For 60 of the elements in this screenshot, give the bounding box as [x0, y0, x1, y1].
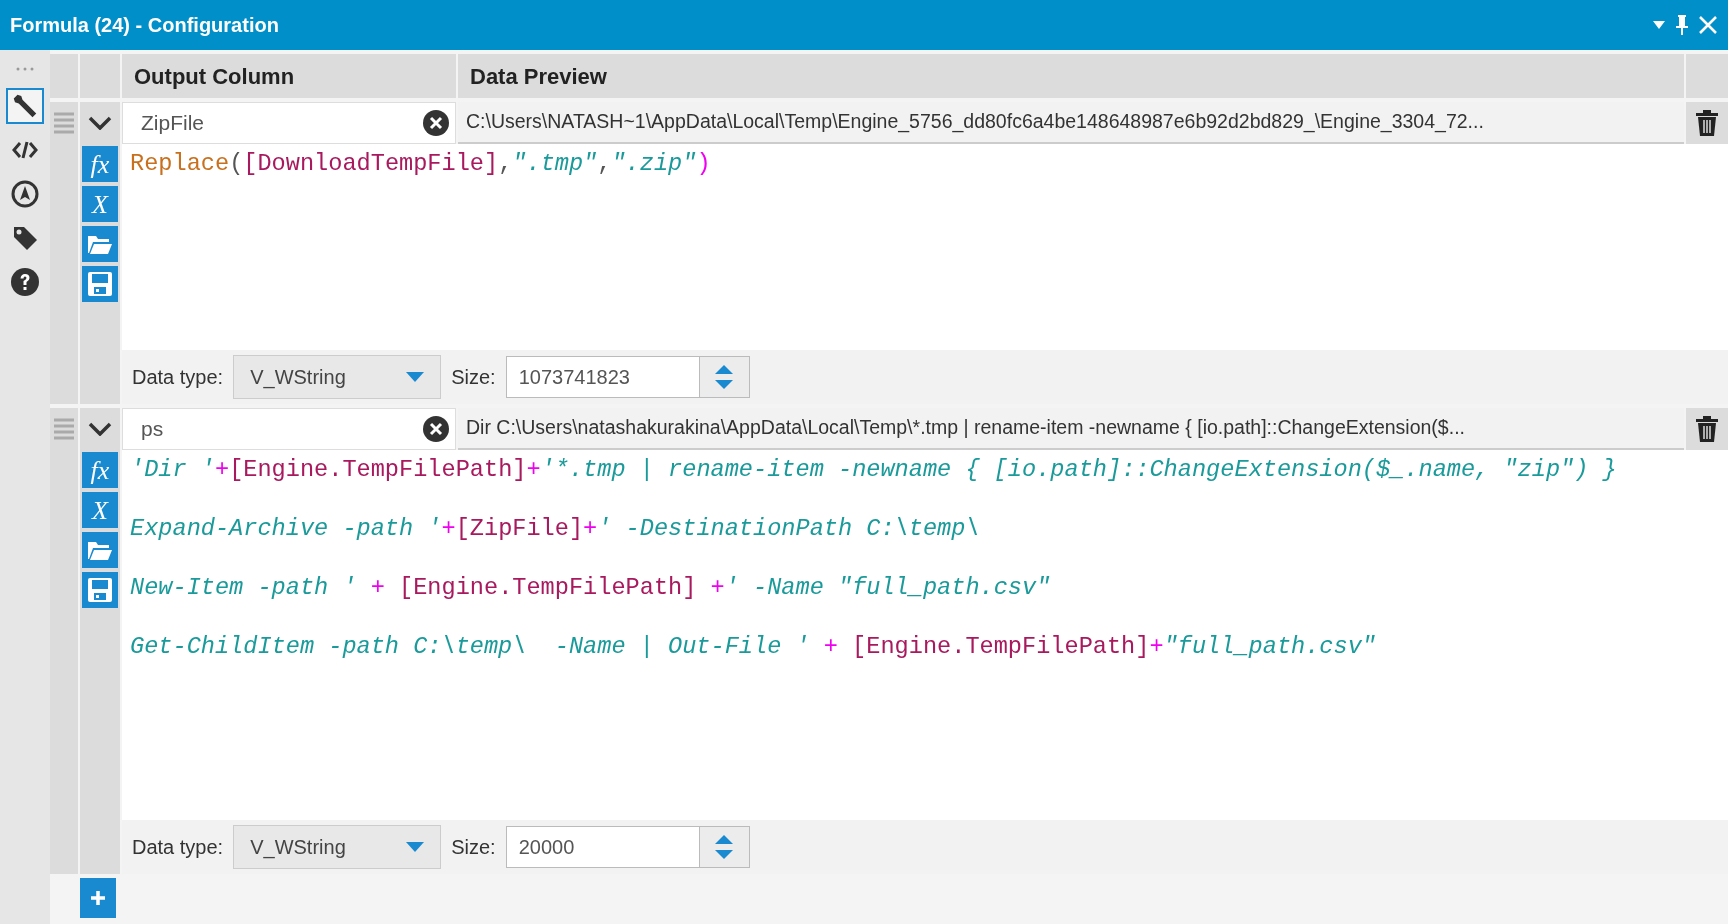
save-icon — [87, 271, 113, 297]
save-button[interactable] — [82, 266, 118, 302]
code-line: Expand-Archive -path '+[ZipFile]+' -DestinationPath C:\temp\ — [130, 515, 981, 543]
code-line: New-Item -path ' + [Engine.TempFilePath] +' -Name "full_path.csv" — [130, 574, 1052, 602]
dropdown-icon[interactable] — [1652, 20, 1666, 30]
save-icon — [87, 577, 113, 603]
expand-toggle[interactable] — [80, 102, 120, 144]
clear-icon[interactable] — [423, 110, 449, 136]
wrench-tab[interactable] — [6, 88, 44, 124]
field-value: ps — [141, 416, 164, 443]
open-file-button[interactable] — [82, 226, 118, 262]
size-field[interactable]: 1073741823 — [505, 356, 700, 398]
caret-icon — [406, 842, 425, 852]
close-icon[interactable] — [1698, 15, 1718, 35]
clear-icon[interactable] — [423, 416, 449, 442]
formula-tool-button[interactable]: fx — [82, 452, 118, 488]
code-icon — [11, 139, 39, 161]
formula-tool-button[interactable]: X — [82, 186, 118, 222]
formula-tool-button[interactable]: X — [82, 492, 118, 528]
size-spinner[interactable] — [699, 356, 750, 398]
code-line: Get-ChildItem -path C:\temp\ -Name | Out-File ' + [Engine.TempFilePath]+"full_path.csv" — [130, 633, 1377, 661]
field-value: ZipFile — [141, 110, 204, 137]
folder-icon — [87, 539, 113, 561]
code-line: Replace([DownloadTempFile],".tmp",".zip") — [130, 150, 712, 178]
save-button[interactable] — [82, 572, 118, 608]
trash-icon — [1695, 415, 1719, 443]
size-label: Size: — [451, 835, 496, 860]
grip-icon[interactable] — [15, 66, 35, 71]
data-type-dropdown[interactable]: V_WString — [233, 355, 442, 399]
trash-icon — [1695, 109, 1719, 137]
folder-icon — [87, 233, 113, 255]
size-field[interactable]: 20000 — [505, 826, 700, 868]
chevron-icon — [88, 422, 112, 436]
delete-button[interactable] — [1686, 102, 1728, 144]
size-label: Size: — [451, 365, 496, 390]
caret-icon — [406, 372, 425, 382]
delete-button[interactable] — [1686, 408, 1728, 450]
compass-icon — [10, 179, 40, 209]
size-spinner[interactable] — [699, 826, 750, 868]
data-type-label: Data type: — [132, 365, 224, 390]
expand-toggle[interactable] — [80, 408, 120, 450]
header-spacer — [80, 54, 120, 98]
plus-icon — [90, 890, 106, 906]
output-column-field[interactable]: ps — [122, 408, 456, 450]
formula-tool-button[interactable]: fx — [82, 146, 118, 182]
output-column-field[interactable]: ZipFile — [122, 102, 456, 144]
drag-handle[interactable] — [50, 102, 78, 144]
drag-handle[interactable] — [50, 408, 78, 450]
data-type-dropdown[interactable]: V_WString — [233, 825, 442, 869]
code-line: 'Dir '+[Engine.TempFilePath]+'*.tmp | rename-item -newname { [io.path]::ChangeExtension($_.name, "zip") } — [130, 456, 1618, 484]
header-spacer — [1686, 54, 1728, 98]
column-header: Data Preview — [458, 54, 1684, 98]
column-header: Output Column — [122, 54, 456, 98]
data-type-label: Data type: — [132, 835, 224, 860]
chevron-icon — [88, 116, 112, 130]
add-button[interactable] — [80, 878, 116, 918]
window-title: Formula (24) - Configuration — [10, 13, 279, 38]
open-file-button[interactable] — [82, 532, 118, 568]
pin-icon[interactable] — [1674, 14, 1690, 36]
help-icon — [10, 267, 40, 297]
